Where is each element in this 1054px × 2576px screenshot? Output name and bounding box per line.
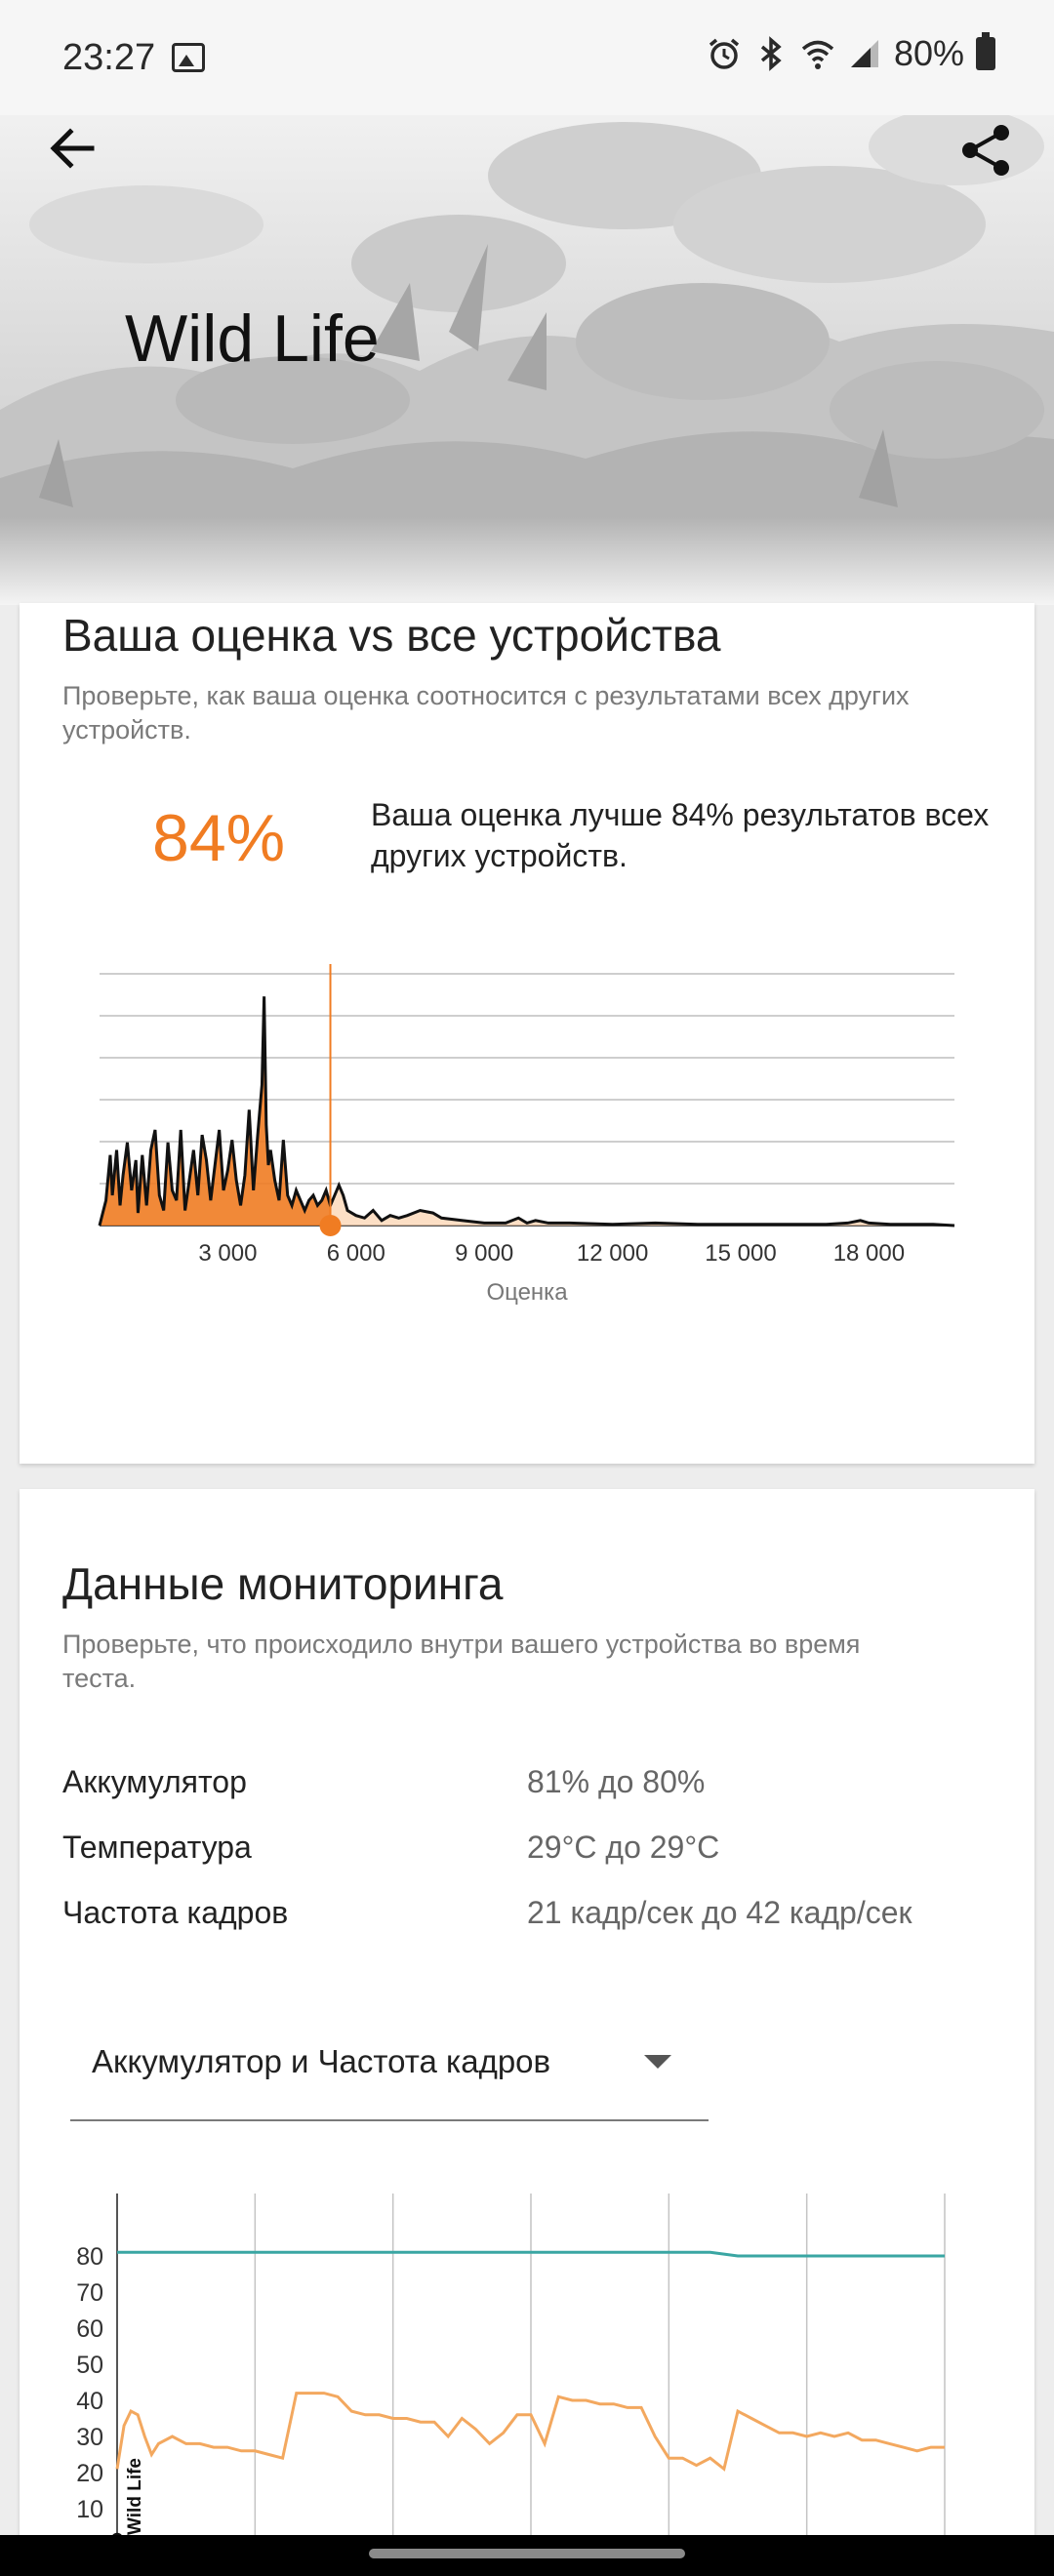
monitoring-card-subtitle: Проверьте, что происходило внутри вашего… (62, 1630, 861, 1693)
hero-fade (0, 517, 1054, 605)
status-icons: 80% (707, 32, 995, 74)
score-comparison-card: Ваша оценка vs все устройства Проверьте,… (20, 603, 1034, 1464)
score-card-title: Ваша оценка vs все устройства (62, 610, 721, 661)
monitoring-label-battery: Аккумулятор (62, 1764, 247, 1799)
chevron-down-icon (644, 2055, 671, 2069)
score-percentile-description: Ваша оценка лучше 84% результатов всех д… (371, 797, 990, 873)
page-title: Wild Life (125, 302, 380, 376)
arrow-left-icon (50, 128, 95, 169)
y-tick-label: 70 (76, 2279, 103, 2307)
home-indicator[interactable] (369, 2549, 685, 2558)
image-icon (172, 43, 205, 72)
chart-metric-dropdown[interactable]: Аккумулятор и Частота кадров (70, 2000, 709, 2121)
share-button[interactable] (956, 121, 1015, 180)
score-distribution-chart: 3 000 6 000 9 000 12 000 15 000 18 000 Оценка (98, 964, 955, 1306)
monitoring-value-battery: 81% до 80% (527, 1764, 706, 1799)
x-tick-label: 3 000 (198, 1240, 257, 1267)
y-tick-label: 60 (76, 2315, 103, 2343)
wifi-icon (801, 40, 834, 69)
monitoring-value-framerate: 21 кадр/сек до 42 кадр/сек (527, 1895, 912, 1930)
signal-icon (850, 40, 878, 67)
x-tick-label: 18 000 (833, 1240, 905, 1267)
monitoring-label-temperature: Температура (62, 1830, 252, 1865)
y-tick-label: 50 (76, 2352, 103, 2379)
bluetooth-icon (760, 36, 782, 71)
your-score-marker-dot (319, 1215, 342, 1236)
monitoring-label-framerate: Частота кадров (62, 1895, 289, 1930)
navigation-bar (0, 2535, 1054, 2576)
score-card-subtitle: Проверьте, как ваша оценка соотносится с… (62, 681, 910, 745)
y-tick-label: 20 (76, 2460, 103, 2487)
x-axis-label: Оценка (486, 1279, 568, 1306)
y-tick-label: 80 (76, 2243, 103, 2271)
battery-percent: 80% (893, 33, 964, 73)
battery-icon (976, 32, 995, 70)
wild-life-annotation: Wild Life (125, 2458, 145, 2535)
monitoring-line-chart: 010203040506001020304050607080Wild Life (76, 2194, 957, 2576)
monitoring-value-temperature: 29°C до 29°C (527, 1830, 720, 1865)
monitoring-card-title: Данные мониторинга (62, 1558, 504, 1609)
score-percentile: 84% (152, 801, 286, 875)
status-time: 23:27 (62, 37, 156, 78)
monitoring-card: Данные мониторинга Проверьте, что происх… (20, 1489, 1034, 2576)
dropdown-selected-value: Аккумулятор и Частота кадров (92, 2043, 551, 2079)
hero-banner: Wild Life (0, 88, 1054, 605)
alarm-icon (709, 38, 740, 69)
x-tick-label: 9 000 (455, 1240, 513, 1267)
x-tick-label: 12 000 (577, 1240, 648, 1267)
y-tick-label: 10 (76, 2496, 103, 2523)
y-tick-label: 40 (76, 2388, 103, 2415)
x-tick-label: 15 000 (705, 1240, 776, 1267)
status-bar: 23:27 80% (0, 0, 1054, 115)
x-tick-label: 6 000 (327, 1240, 385, 1267)
back-button[interactable] (45, 121, 100, 176)
y-tick-label: 30 (76, 2424, 103, 2451)
share-icon (962, 125, 1009, 176)
